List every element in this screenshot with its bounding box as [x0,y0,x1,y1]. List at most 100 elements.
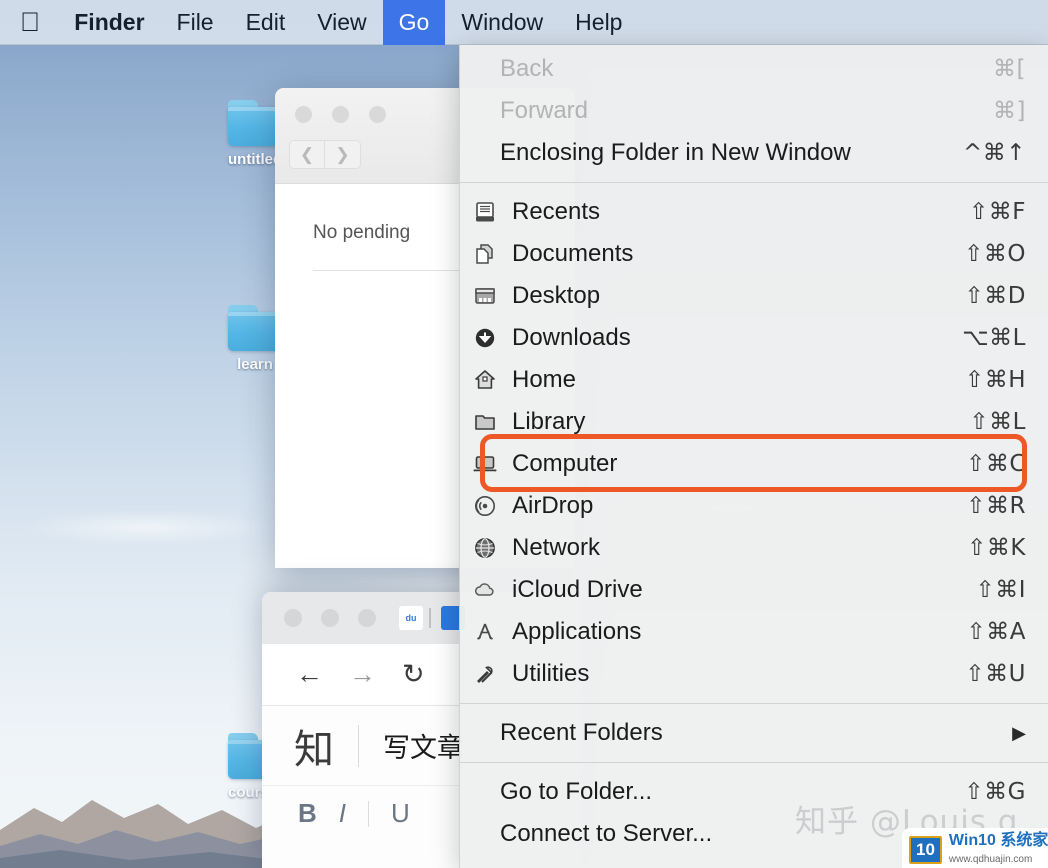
divider [358,724,359,767]
go-menu-item-airdrop[interactable]: AirDrop ⇧⌘R [460,485,1048,527]
menu-item-shortcut: ^⌘↑ [962,140,1026,166]
menu-item-label: Recents [512,198,601,225]
menu-separator [460,703,1048,704]
computer-icon [470,453,500,475]
win10-watermark-url: www.qdhuajin.com [948,853,1033,865]
zoom-button[interactable] [358,609,376,627]
tab-divider [429,608,431,628]
menu-item-label: Utilities [512,660,590,687]
go-menu-item-library[interactable]: Library ⇧⌘L [460,401,1048,443]
menu-item-shortcut: ⇧⌘H [964,367,1026,393]
network-icon [470,537,500,559]
arrow-right-icon[interactable]: → [349,659,376,690]
chevron-left-icon[interactable]: ❮ [289,140,325,169]
menu-separator [460,182,1048,183]
win10-badge-icon: 10 [909,835,942,864]
go-dropdown-menu[interactable]: Back ⌘[ Forward ⌘] Enclosing Folder in N… [459,45,1048,868]
chevron-right-icon: ▶ [1012,722,1026,743]
menu-item-shortcut: ⌘] [993,98,1026,124]
menu-item-shortcut: ⌥⌘L [962,325,1026,351]
airdrop-icon [470,495,500,517]
menu-item-finder[interactable]: Finder [58,0,160,45]
apple-logo-icon[interactable]:  [0,0,58,45]
menu-item-shortcut: ⇧⌘K [967,535,1026,561]
go-menu-item-back: Back ⌘[ [460,48,1048,90]
documents-icon [470,243,500,265]
menu-item-go[interactable]: Go [382,0,446,45]
go-menu-item-forward: Forward ⌘] [460,90,1048,132]
desktop-folder-label: learn [237,356,273,373]
menu-item-label: Home [512,366,577,393]
finder-nav-buttons: ❮ ❯ [289,140,361,169]
close-button[interactable] [295,106,312,123]
menu-item-label: Recent Folders [500,719,663,746]
win10-watermark-title: Win10 系统家园 [948,832,1048,849]
go-menu-item-computer-wrapper: Computer ⇧⌘C [460,434,1048,492]
go-menu-item-enclosing-folder[interactable]: Enclosing Folder in New Window ^⌘↑ [460,132,1048,174]
menu-item-label: Forward [500,97,589,124]
go-menu-item-utilities[interactable]: Utilities ⇧⌘U [460,653,1048,695]
zoom-button[interactable] [369,106,386,123]
downloads-icon [470,327,500,349]
menu-item-label: Computer [512,450,618,477]
menu-item-shortcut: ⇧⌘D [964,283,1026,309]
menu-item-view[interactable]: View [301,0,382,45]
menu-item-shortcut: ⇧⌘O [964,241,1026,267]
reload-icon[interactable]: ↻ [402,659,425,690]
menu-item-shortcut: ⇧⌘U [965,661,1026,687]
go-menu-item-home[interactable]: Home ⇧⌘H [460,359,1048,401]
minimize-button[interactable] [321,609,339,627]
go-menu-item-downloads[interactable]: Downloads ⌥⌘L [460,317,1048,359]
bold-button[interactable]: B [298,798,317,829]
menu-item-label: Network [512,534,601,561]
menu-item-label: iCloud Drive [512,576,643,603]
menu-item-label: AirDrop [512,492,594,519]
home-icon [470,369,500,391]
menu-item-shortcut: ⇧⌘I [975,577,1026,603]
italic-button[interactable]: I [339,798,346,829]
go-menu-item-computer[interactable]: Computer ⇧⌘C [460,443,1048,485]
minimize-button[interactable] [332,106,349,123]
menu-item-label: Downloads [512,324,631,351]
menu-item-label: Library [512,408,586,435]
go-menu-item-recent-folders[interactable]: Recent Folders ▶ [460,712,1048,754]
menu-item-shortcut: ⇧⌘L [969,409,1026,435]
underline-button[interactable]: U [391,798,410,829]
go-menu-item-network[interactable]: Network ⇧⌘K [460,527,1048,569]
menu-item-shortcut: ⇧⌘C [966,451,1026,477]
go-menu-item-desktop[interactable]: Desktop ⇧⌘D [460,275,1048,317]
arrow-left-icon[interactable]: ← [296,659,323,690]
menu-item-file[interactable]: File [161,0,230,45]
macos-desktop-screen: untitled folder learn courses ❮ ❯ No pen… [0,0,1048,868]
close-button[interactable] [284,609,302,627]
menu-item-help[interactable]: Help [559,0,638,45]
menu-item-edit[interactable]: Edit [230,0,302,45]
go-menu-item-icloud-drive[interactable]: iCloud Drive ⇧⌘I [460,569,1048,611]
go-menu-item-applications[interactable]: Applications ⇧⌘A [460,611,1048,653]
icloud-icon [470,579,500,601]
zhihu-logo-icon[interactable]: 知 [294,717,334,775]
menu-item-shortcut: ⌘[ [993,56,1026,82]
macos-menu-bar[interactable]:  Finder File Edit View Go Window Help [0,0,1048,45]
write-article-link[interactable]: 写文章 [383,726,464,765]
utilities-icon [470,663,500,685]
menu-separator [460,762,1048,763]
chevron-right-icon[interactable]: ❯ [325,140,361,169]
menu-item-label: Documents [512,240,634,267]
go-menu-item-documents[interactable]: Documents ⇧⌘O [460,233,1048,275]
menu-item-label: Enclosing Folder in New Window [500,139,851,166]
applications-icon [470,621,500,643]
go-menu-item-recents[interactable]: Recents ⇧⌘F [460,191,1048,233]
desktop-folder-learn[interactable]: learn [228,305,282,373]
folder-icon [228,100,282,146]
baidu-favicon-icon[interactable]: du [399,606,423,630]
traffic-light-group [295,106,386,123]
divider [368,800,370,827]
menu-item-label: Back [500,55,554,82]
desktop-icon [470,285,500,307]
menu-item-label: Applications [512,618,642,645]
folder-icon [228,305,282,351]
menu-item-shortcut: ⇧⌘R [966,493,1026,519]
menu-item-shortcut: ⇧⌘F [968,199,1026,225]
menu-item-window[interactable]: Window [445,0,559,45]
